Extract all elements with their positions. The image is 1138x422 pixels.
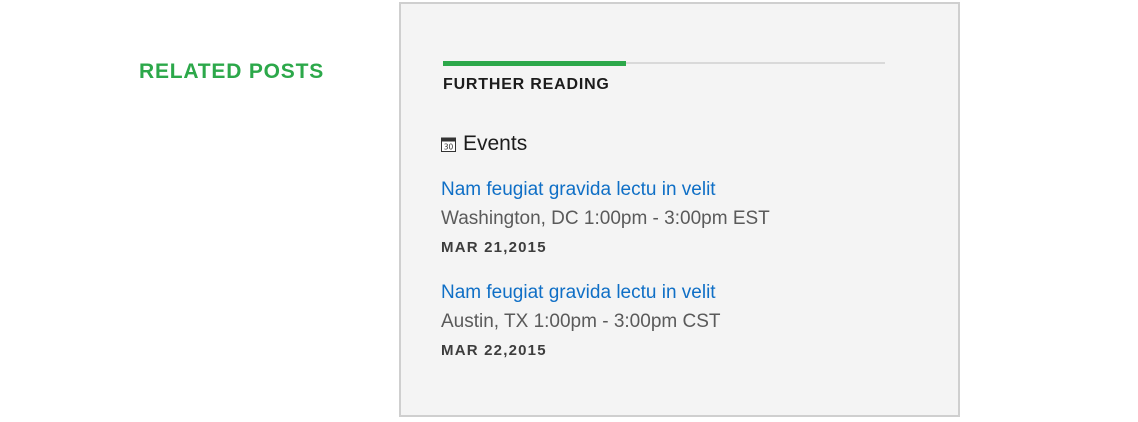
calendar-icon: 30 [441,137,456,152]
calendar-day-label: 30 [444,142,454,151]
event-item: Nam feugiat gravida lectu in velit Washi… [441,178,770,256]
event-location-time: Washington, DC 1:00pm - 3:00pm EST [441,208,770,229]
event-title-link[interactable]: Nam feugiat gravida lectu in velit [441,178,770,202]
events-title: Events [463,132,528,155]
event-title-link[interactable]: Nam feugiat gravida lectu in velit [441,281,721,305]
page: RELATED POSTS FURTHER READING 30 Events … [0,0,1138,422]
event-date: MAR 21,2015 [441,239,547,256]
further-reading-card: FURTHER READING 30 Events Nam feugiat gr… [399,2,960,417]
tab-further-reading[interactable]: FURTHER READING [443,76,610,94]
event-date: MAR 22,2015 [441,342,547,359]
events-header: 30 Events [441,132,527,156]
event-item: Nam feugiat gravida lectu in velit Austi… [441,281,721,359]
related-posts-heading: RELATED POSTS [139,60,325,83]
event-location-time: Austin, TX 1:00pm - 3:00pm CST [441,311,721,332]
tab-active-indicator [443,61,626,66]
